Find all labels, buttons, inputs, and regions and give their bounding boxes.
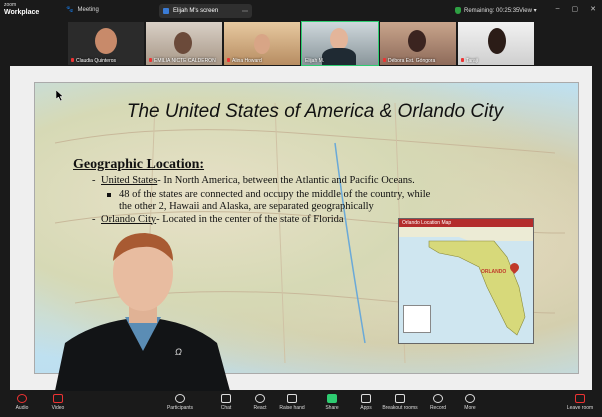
orlando-location-map: Orlando Location Map ORLANDO bbox=[398, 218, 534, 344]
paw-icon: 🐾 bbox=[66, 7, 74, 13]
zoom-window: zoom Workplace 🐾 Meeting Elijah M's scre… bbox=[0, 0, 602, 417]
map-border-line bbox=[274, 102, 286, 364]
breakout-rooms-button[interactable]: Breakout rooms bbox=[380, 394, 420, 411]
map-legend bbox=[403, 305, 431, 333]
participant-video bbox=[330, 28, 348, 50]
avatar bbox=[95, 28, 117, 54]
cursor-icon bbox=[56, 90, 64, 101]
participant-tile[interactable]: Claudia Quinteros bbox=[68, 22, 144, 65]
record-icon bbox=[433, 394, 443, 403]
top-bar: zoom Workplace 🐾 Meeting Elijah M's scre… bbox=[0, 0, 602, 22]
more-options-icon[interactable]: ⋯ bbox=[242, 8, 248, 15]
slide-bullets: United States- In North America, between… bbox=[92, 175, 445, 226]
meeting-toolbar: Audio Video Participants Chat React Rais… bbox=[0, 391, 602, 417]
apps-icon bbox=[361, 394, 371, 403]
grid-icon bbox=[395, 394, 405, 403]
participants-button[interactable]: Participants bbox=[160, 394, 200, 411]
slide-heading: Geographic Location: bbox=[73, 157, 205, 172]
video-off-icon bbox=[53, 394, 63, 403]
mic-muted-icon bbox=[383, 58, 386, 62]
participant-video bbox=[488, 28, 506, 54]
heart-icon bbox=[255, 394, 265, 403]
mic-muted-icon bbox=[17, 394, 27, 403]
mic-muted-icon bbox=[227, 58, 230, 62]
more-button[interactable]: More bbox=[450, 394, 490, 411]
hand-icon bbox=[287, 394, 297, 403]
participant-video bbox=[408, 30, 426, 52]
view-button[interactable]: View ▾ bbox=[519, 7, 537, 14]
mic-muted-icon bbox=[461, 58, 464, 62]
bullet-48-states: 48 of the states are connected and occup… bbox=[95, 189, 445, 214]
map-river bbox=[334, 142, 366, 344]
participant-tile[interactable]: Alina Howard bbox=[224, 22, 300, 65]
participant-tile[interactable]: Elijah M. bbox=[301, 21, 379, 66]
remaining-time: Remaining: 00:25:35 bbox=[455, 7, 519, 14]
screen-share-icon bbox=[163, 8, 169, 14]
meeting-menu[interactable]: 🐾 Meeting bbox=[66, 6, 99, 14]
close-icon[interactable]: ✕ bbox=[590, 5, 596, 13]
bullet-united-states: United States- In North America, between… bbox=[92, 175, 445, 188]
leave-room-button[interactable]: Leave room bbox=[560, 394, 600, 411]
participant-tile[interactable]: EMILIA NICTE CALDERON bbox=[146, 22, 222, 65]
participant-tile[interactable]: Débora Est. Góngora bbox=[380, 22, 456, 65]
mic-muted-icon bbox=[149, 58, 152, 62]
jacket-logo: Ω bbox=[175, 347, 182, 357]
shield-icon bbox=[455, 7, 461, 14]
participant-video bbox=[254, 34, 270, 54]
slide-title: The United States of America & Orlando C… bbox=[126, 101, 504, 122]
participant-strip: Claudia Quinteros EMILIA NICTE CALDERON … bbox=[68, 21, 534, 66]
raise-hand-button[interactable]: Raise hand bbox=[272, 394, 312, 411]
zoom-logo: zoom Workplace bbox=[4, 2, 40, 16]
participant-tile[interactable]: Taraji bbox=[458, 22, 534, 65]
screen-share-indicator[interactable]: Elijah M's screen ⋯ bbox=[159, 4, 252, 18]
map-border-line bbox=[54, 129, 556, 154]
more-icon bbox=[465, 394, 475, 403]
video-button[interactable]: Video bbox=[38, 394, 78, 411]
minimize-icon[interactable]: – bbox=[556, 5, 560, 13]
participant-video bbox=[174, 32, 192, 54]
participant-shirt bbox=[322, 48, 356, 65]
maximize-icon[interactable]: ▢ bbox=[572, 5, 579, 13]
audio-button[interactable]: Audio bbox=[2, 394, 42, 411]
leave-icon bbox=[575, 394, 585, 403]
window-controls: – ▢ ✕ bbox=[556, 5, 596, 13]
share-arrow-icon bbox=[327, 394, 337, 403]
chat-icon bbox=[221, 394, 231, 403]
presenter-video: Ω bbox=[55, 233, 230, 391]
mic-muted-icon bbox=[71, 58, 74, 62]
people-icon bbox=[175, 394, 185, 403]
